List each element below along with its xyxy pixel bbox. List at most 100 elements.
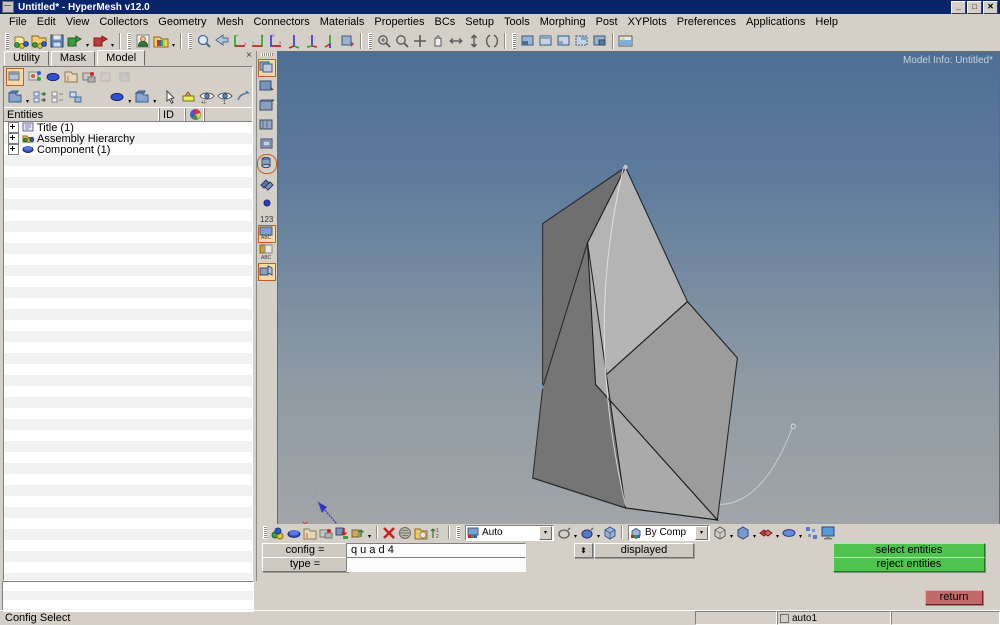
page-stack-icon[interactable] (258, 175, 276, 193)
tree-item-component[interactable]: Component (1) (4, 144, 252, 156)
menu-file[interactable]: File (4, 15, 32, 29)
pointer-icon[interactable] (161, 88, 179, 106)
load-up-icon[interactable] (350, 525, 366, 541)
import-dropdown-arrow[interactable]: ▾ (84, 31, 91, 52)
export-icon[interactable] (91, 32, 109, 50)
expand-all-icon[interactable] (31, 88, 49, 106)
reject-entities-button[interactable]: reject entities (833, 557, 985, 572)
cmd-toolbar-grip[interactable] (263, 526, 267, 539)
assembly-icon2[interactable] (318, 525, 334, 541)
arrow-lr-icon[interactable] (447, 32, 465, 50)
displayed-button[interactable]: displayed (594, 543, 694, 558)
expand-icon[interactable] (8, 133, 19, 144)
lasso-dropdown-arrow[interactable]: ▾ (572, 522, 579, 543)
select-mode-combo[interactable]: Auto ▾ (465, 524, 554, 541)
menu-view[interactable]: View (61, 15, 95, 29)
config-view-icon[interactable] (98, 68, 116, 86)
window-5-icon[interactable] (591, 32, 609, 50)
include-view-icon[interactable]: I (62, 68, 80, 86)
page-3-icon[interactable] (258, 97, 276, 115)
column-entities[interactable]: Entities (4, 108, 160, 121)
config-input[interactable]: q u a d 4 (346, 543, 526, 558)
feature-dropdown-arrow[interactable]: ▾ (774, 522, 781, 543)
page-last-icon[interactable] (258, 263, 276, 281)
color-palette-icon[interactable] (152, 32, 170, 50)
close-button[interactable]: ✕ (983, 0, 998, 14)
view-xy-icon[interactable]: YX (231, 32, 249, 50)
rotate-icon[interactable] (483, 32, 501, 50)
zoom-icon[interactable] (393, 32, 411, 50)
tab-model[interactable]: Model (97, 50, 146, 66)
menu-materials[interactable]: Materials (315, 15, 370, 29)
page-5-icon[interactable] (258, 135, 276, 153)
page-1-icon[interactable] (258, 59, 276, 77)
toolbar-grip-3[interactable] (188, 33, 192, 49)
close-icon[interactable]: × (246, 51, 252, 61)
load-dropdown-arrow[interactable]: ▾ (366, 522, 373, 543)
import-icon[interactable] (66, 32, 84, 50)
component-view-icon[interactable] (44, 68, 62, 86)
menu-geometry[interactable]: Geometry (153, 15, 211, 29)
expand-icon[interactable] (8, 144, 19, 155)
save-model-icon[interactable] (48, 32, 66, 50)
page-4-icon[interactable] (258, 116, 276, 134)
menu-connectors[interactable]: Connectors (248, 15, 314, 29)
collapse-all-icon[interactable] (49, 88, 67, 106)
open-model-icon[interactable] (30, 32, 48, 50)
isolate-icon[interactable] (180, 88, 198, 106)
user-profile-icon[interactable] (134, 32, 152, 50)
view-yz-icon[interactable]: ZX (267, 32, 285, 50)
menu-morphing[interactable]: Morphing (535, 15, 591, 29)
feature-line-icon[interactable] (758, 525, 774, 541)
tab-utility[interactable]: Utility (4, 51, 49, 66)
checkbox-icon[interactable] (780, 613, 789, 623)
window-4-icon[interactable] (573, 32, 591, 50)
toolbar-grip[interactable] (5, 33, 9, 49)
show-icon[interactable]: +/- (198, 88, 216, 106)
menu-xyplots[interactable]: XYPlots (623, 15, 672, 29)
lasso-icon[interactable] (556, 525, 572, 541)
polygon-icon[interactable] (579, 525, 595, 541)
graphics-viewport[interactable]: Model Info: Untitled* Z (277, 51, 1000, 581)
entity-tree[interactable]: Title (1) Assembly Hierarchy Component (… (4, 122, 252, 580)
undo-view-icon[interactable] (213, 32, 231, 50)
minimize-button[interactable]: _ (951, 0, 966, 14)
display-color-icon[interactable] (108, 88, 126, 106)
palette-dropdown-arrow[interactable]: ▾ (170, 31, 177, 52)
zoom-fit-icon[interactable] (195, 32, 213, 50)
color-wheel-icon[interactable] (186, 108, 205, 121)
page-2-icon[interactable] (258, 78, 276, 96)
config-label-button[interactable]: config = (262, 543, 348, 558)
transparent-dropdown-arrow[interactable]: ▾ (797, 522, 804, 543)
arrow-ud-icon[interactable] (465, 32, 483, 50)
box-select-icon[interactable] (602, 525, 618, 541)
mask-icon[interactable] (397, 525, 413, 541)
include-icon[interactable]: I (302, 525, 318, 541)
number-123-icon[interactable]: 123 (258, 213, 276, 224)
sync-icon[interactable] (67, 88, 85, 106)
view-iso1-icon[interactable] (285, 32, 303, 50)
view-xz-icon[interactable]: XY (249, 32, 267, 50)
show-only-icon[interactable]: 1 (216, 88, 234, 106)
folder-dropdown-arrow[interactable]: ▾ (24, 87, 31, 108)
tab-mask[interactable]: Mask (50, 51, 96, 66)
select-entities-button[interactable]: select entities (833, 543, 985, 558)
rotate-center-icon[interactable] (411, 32, 429, 50)
delete-red-icon[interactable] (381, 525, 397, 541)
menu-bcs[interactable]: BCs (430, 15, 461, 29)
polygon-dropdown-arrow[interactable]: ▾ (595, 522, 602, 543)
toolbar-grip-5[interactable] (512, 33, 516, 49)
screen-capture-icon[interactable] (617, 32, 635, 50)
menu-help[interactable]: Help (810, 15, 843, 29)
type-input[interactable] (346, 557, 526, 572)
chevron-down-icon[interactable]: ▾ (539, 525, 552, 540)
renumber-icon[interactable]: 12 (429, 525, 445, 541)
menu-tools[interactable]: Tools (499, 15, 535, 29)
color-mode-combo[interactable]: By Comp ▾ (628, 524, 710, 541)
status-cell-auto1[interactable]: auto1 (777, 611, 891, 625)
display-folder-icon[interactable] (133, 88, 151, 106)
maximize-button[interactable]: □ (967, 0, 982, 14)
abc-text-2-icon[interactable]: ABC (258, 244, 276, 262)
menu-properties[interactable]: Properties (369, 15, 429, 29)
menu-mesh[interactable]: Mesh (212, 15, 249, 29)
